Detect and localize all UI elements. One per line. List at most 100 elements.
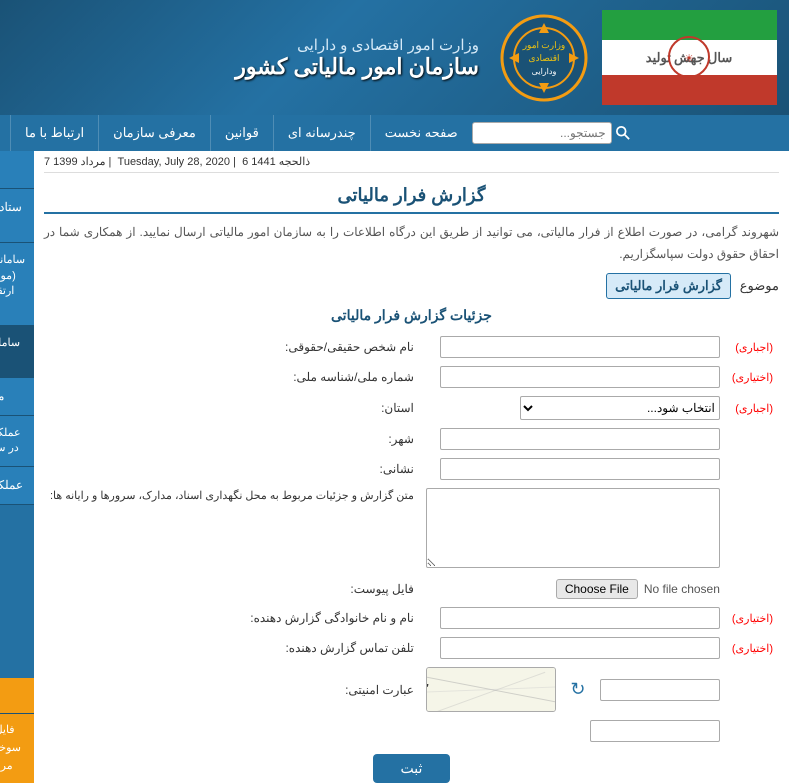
search-icon[interactable] <box>612 122 634 144</box>
req-city <box>726 424 779 454</box>
content-area: 7 مرداد 1399 | Tuesday, July 28, 2020 | … <box>34 151 789 783</box>
sidebar-info-label: اطلاعیه ها <box>0 678 34 714</box>
sidebar-item-0[interactable]: مودیان بدانند <box>0 151 34 189</box>
nav-multimedia[interactable]: چندرسانه ای <box>273 115 370 151</box>
file-row: No file chosen Choose File <box>426 579 720 599</box>
field-address: نشانی: <box>44 454 779 484</box>
sidebar-item-6[interactable]: عملکرد درآمدی سازمان <box>0 467 34 505</box>
national-id-input[interactable] <box>440 366 720 388</box>
req-file <box>726 575 779 603</box>
subject-label: موضوع <box>739 278 779 294</box>
field-reporter-name: (اختیاری) نام و نام خانوادگی گزارش دهنده… <box>44 603 779 633</box>
svg-text:وزارت امور: وزارت امور <box>522 40 566 51</box>
subject-row: موضوع گزارش فرار مالیاتی <box>44 273 779 299</box>
req-national-id: (اختیاری) <box>726 362 779 392</box>
label-reporter-phone: تلفن تماس گزارش دهنده: <box>44 633 420 663</box>
input-address-cell <box>420 454 726 484</box>
req-reporter-name: (اختیاری) <box>726 603 779 633</box>
choose-file-button[interactable]: Choose File <box>556 579 638 599</box>
intro-text: شهروند گرامی، در صورت اطلاع از فرار مالی… <box>44 222 779 265</box>
person-name-input[interactable] <box>440 336 720 358</box>
date-english: Tuesday, July 28, 2020 <box>118 156 231 168</box>
input-file-cell: No file chosen Choose File <box>420 575 726 603</box>
reporter-name-input[interactable] <box>440 607 720 629</box>
label-province: استان: <box>44 392 420 424</box>
label-description: متن گزارش و جزئیات مربوط به محل نگهداری … <box>44 484 420 575</box>
province-select[interactable]: انتخاب شود... <box>520 396 720 420</box>
header-subtitle: وزارت امور اقتصادی و دارایی <box>10 36 479 54</box>
label-file: فایل پیوست: <box>44 575 420 603</box>
input-national-id-cell <box>420 362 726 392</box>
req-person-name: (اجباری) <box>726 332 779 362</box>
svg-text:ودارایی: ودارایی <box>532 67 557 76</box>
label-national-id: شماره ملی/شناسه ملی: <box>44 362 420 392</box>
captcha-image: EXAuHE <box>426 667 556 712</box>
reporter-phone-input[interactable] <box>440 637 720 659</box>
header: سال جهش تولید ☀ وزارت امور اقتصادی ودارا… <box>0 0 789 115</box>
date-persian: 7 مرداد 1399 <box>44 156 106 168</box>
svg-text:☀: ☀ <box>684 53 694 65</box>
header-title-main: سازمان امور مالیاتی کشور <box>10 54 479 80</box>
field-captcha: ↻ EXAuHE عبارت <box>44 663 779 716</box>
org-logo: وزارت امور اقتصادی ودارایی <box>489 8 599 108</box>
form-section-title: جزئیات گزارش فرار مالیاتی <box>44 307 779 324</box>
req-address <box>726 454 779 484</box>
nav-laws[interactable]: قوانین <box>210 115 273 151</box>
address-input[interactable] <box>440 458 720 480</box>
input-captcha-cell: ↻ EXAuHE <box>420 663 726 716</box>
sidebar-item-5[interactable]: عملکرد اعتبارات سازمان در سالهای 1397 و … <box>0 416 34 468</box>
req-reporter-phone: (اختیاری) <box>726 633 779 663</box>
svg-text:اقتصادی: اقتصادی <box>528 53 559 63</box>
input-reporter-name-cell <box>420 603 726 633</box>
captcha-refresh-button[interactable]: ↻ <box>564 676 592 704</box>
label-city: شهر: <box>44 424 420 454</box>
search-input[interactable] <box>472 122 612 144</box>
input-description-cell <box>420 484 726 575</box>
field-file: No file chosen Choose File فایل پیوست: <box>44 575 779 603</box>
field-city: شهر: <box>44 424 779 454</box>
page-title: گزارش فرار مالیاتی <box>44 179 779 214</box>
field-province: (اجباری) انتخاب شود... استان: <box>44 392 779 424</box>
form-table: (اجباری) نام شخص حقیقی/حقوقی: (اختیاری) … <box>44 332 779 746</box>
input-reporter-phone-cell <box>420 633 726 663</box>
svg-text:EXAuHE: EXAuHE <box>427 681 432 708</box>
date-bar: 7 مرداد 1399 | Tuesday, July 28, 2020 | … <box>44 151 779 173</box>
input-city-cell <box>420 424 726 454</box>
req-captcha <box>726 663 779 716</box>
field-person-name: (اجباری) نام شخص حقیقی/حقوقی: <box>44 332 779 362</box>
sidebar-info-section: اطلاعیه ها فایل توجه جایگاهداران سوخت فا… <box>0 678 34 783</box>
captcha-text-input[interactable] <box>590 720 720 742</box>
nav-home[interactable]: صفحه نخست <box>370 115 472 151</box>
input-province-cell: انتخاب شود... <box>420 392 726 424</box>
header-title-area: وزارت امور اقتصادی و دارایی سازمان امور … <box>10 36 489 80</box>
nav-about[interactable]: معرفی سازمان <box>98 115 210 151</box>
field-reporter-phone: (اختیاری) تلفن تماس گزارش دهنده: <box>44 633 779 663</box>
captcha-input-row <box>44 716 779 746</box>
sidebar-item-3[interactable]: سامانـه دریافـت گـزارش فـرار مالیاتی <box>0 326 34 378</box>
captcha-text-input-cell <box>420 716 726 746</box>
main-container: 7 مرداد 1399 | Tuesday, July 28, 2020 | … <box>0 151 789 783</box>
subject-value: گزارش فرار مالیاتی <box>606 273 731 299</box>
sidebar-item-1[interactable]: ستاد خبری دفتر مرکزی حراست <box>0 189 34 244</box>
label-address: نشانی: <box>44 454 420 484</box>
file-no-chosen-text: No file chosen <box>644 582 720 596</box>
field-description: متن گزارش و جزئیات مربوط به محل نگهداری … <box>44 484 779 575</box>
city-input[interactable] <box>440 428 720 450</box>
submit-button[interactable]: ثبت <box>373 754 451 783</box>
sidebar-item-2[interactable]: سامانه رسیدگی به شکایات (موضوع ماده 25 ق… <box>0 243 34 326</box>
date-hijri: 6 ذالحجه 1441 <box>242 156 310 168</box>
header-flag-area: سال جهش تولید ☀ <box>599 8 779 108</box>
description-textarea[interactable] <box>426 488 720 568</box>
req-description <box>726 484 779 575</box>
label-person-name: نام شخص حقیقی/حقوقی: <box>44 332 420 362</box>
sidebar-item-4[interactable]: مزایده و مناقصه <box>0 378 34 416</box>
field-national-id: (اختیاری) شماره ملی/شناسه ملی: <box>44 362 779 392</box>
captcha-row: ↻ EXAuHE <box>426 667 720 712</box>
sidebar-info-text: فایل توجه جایگاهداران سوخت فاخوار، مشمـو… <box>0 714 34 783</box>
nav-contact[interactable]: ارتباط با ما <box>10 115 98 151</box>
label-reporter-name: نام و نام خانوادگی گزارش دهنده: <box>44 603 420 633</box>
label-captcha: عبارت امنیتی: <box>44 663 420 716</box>
captcha-input[interactable] <box>600 679 720 701</box>
search-bar[interactable] <box>472 122 634 144</box>
submit-row: ثبت <box>44 754 779 783</box>
